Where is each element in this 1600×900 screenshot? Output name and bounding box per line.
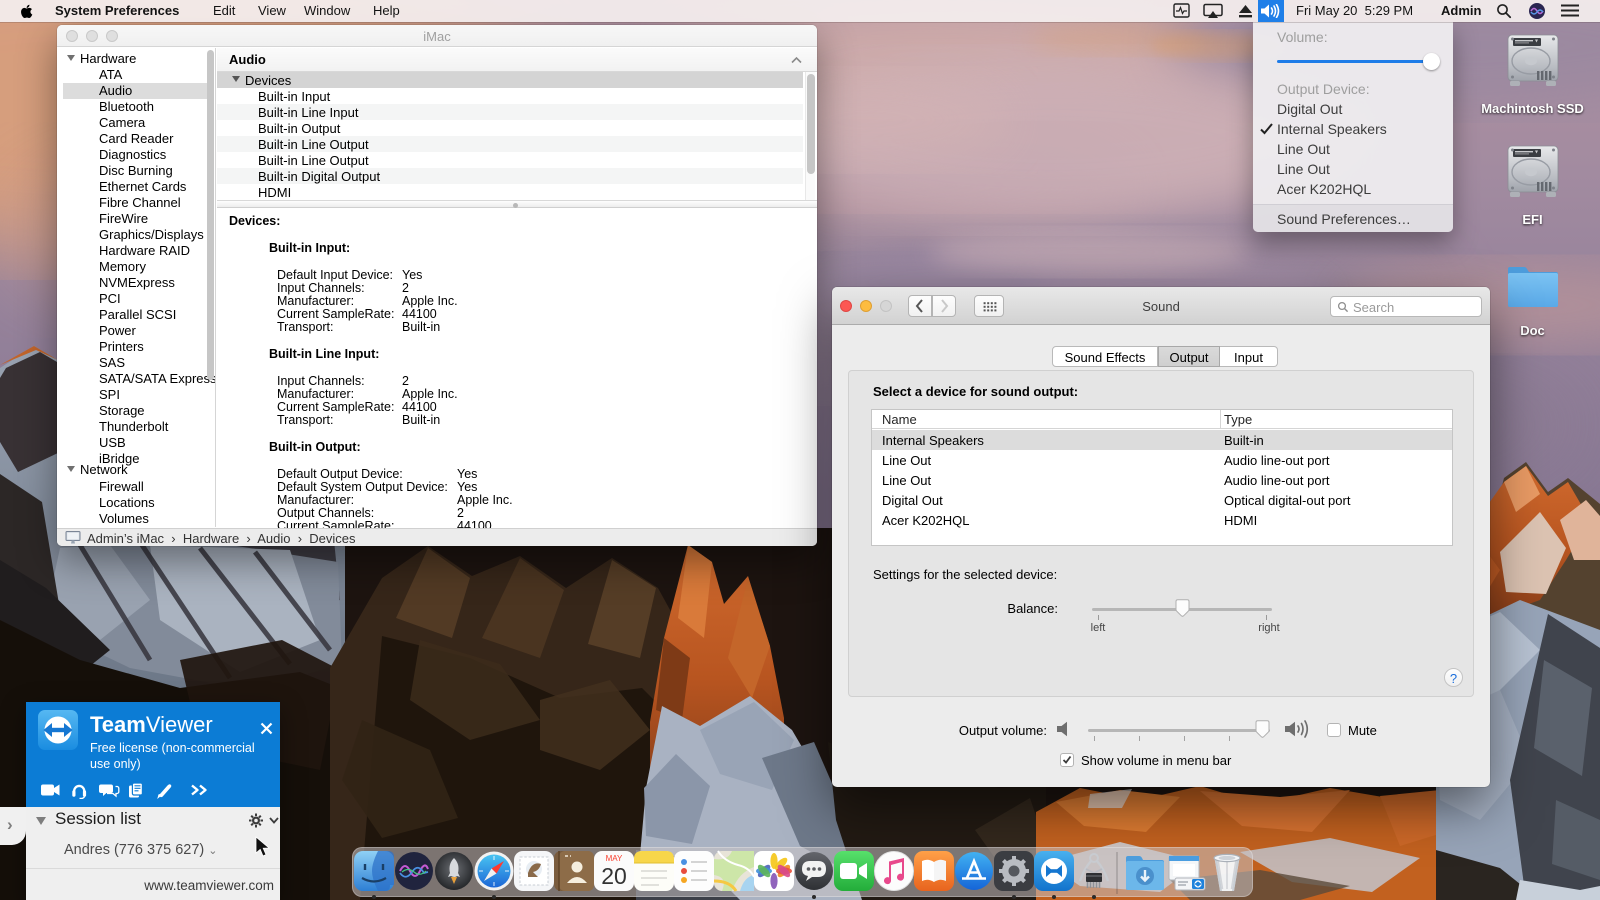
svg-text:20: 20 bbox=[601, 863, 627, 889]
svg-text:MAY: MAY bbox=[606, 854, 623, 863]
